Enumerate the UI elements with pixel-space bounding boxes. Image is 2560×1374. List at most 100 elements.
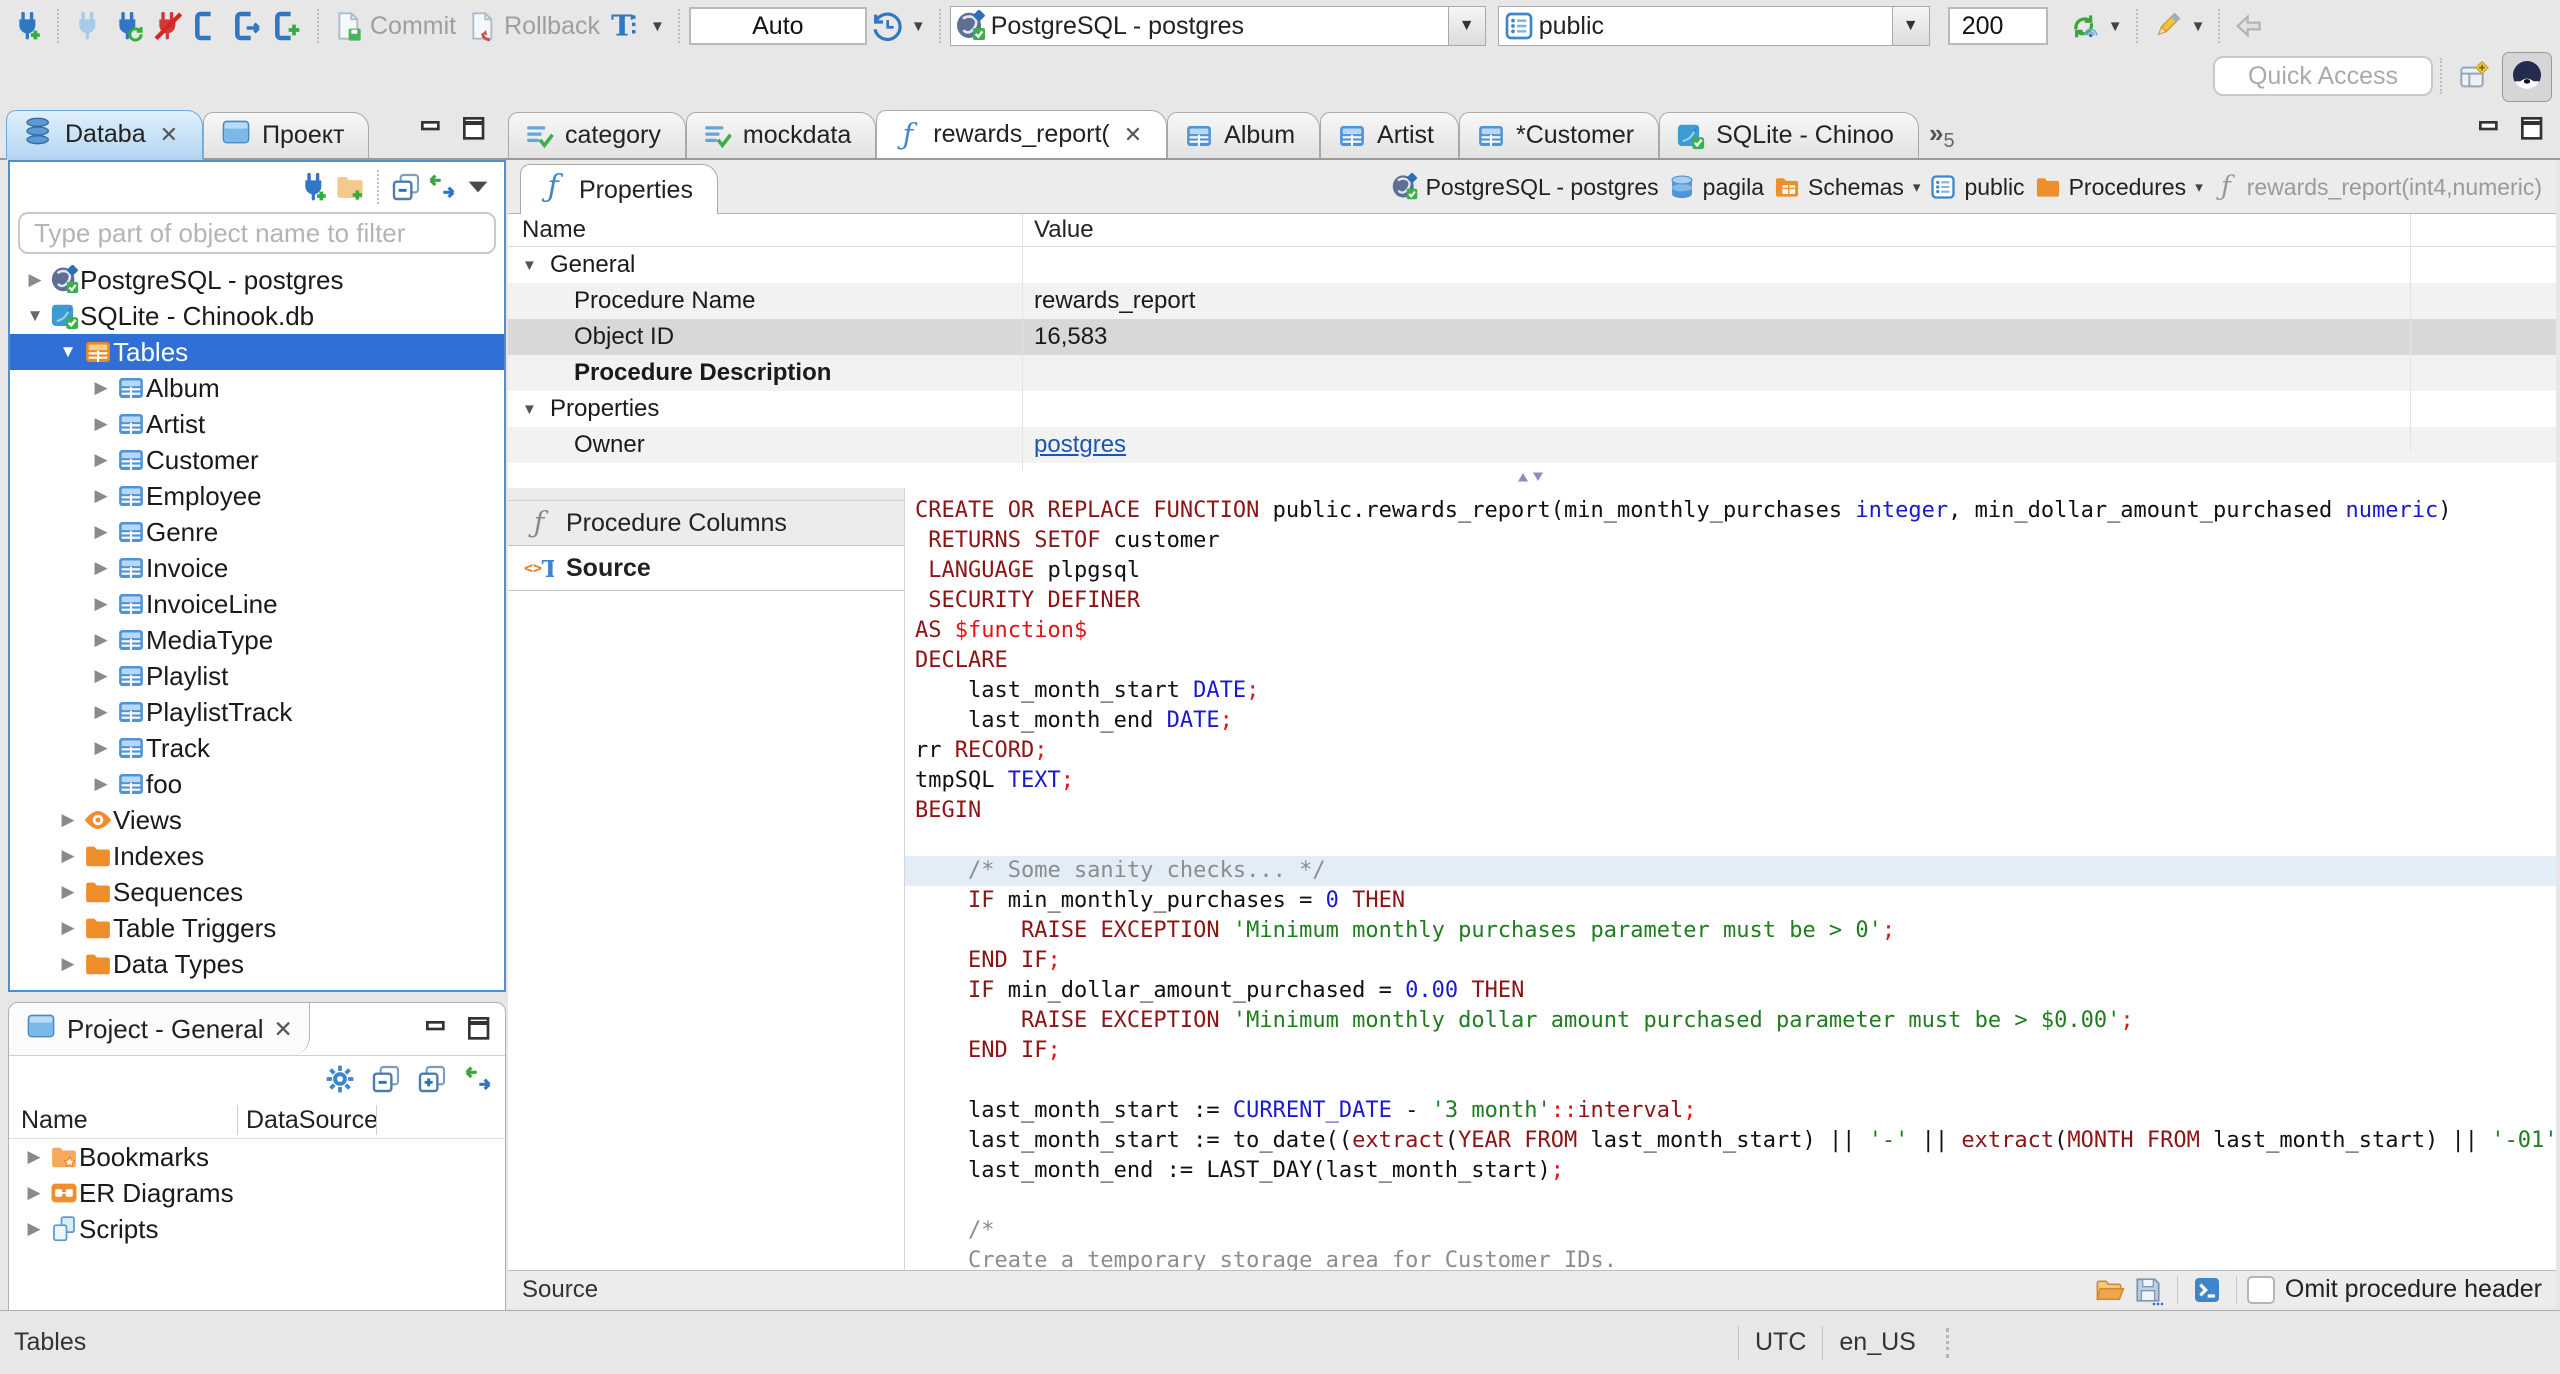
editor-tab-artist[interactable]: Artist <box>1320 112 1459 158</box>
close-icon[interactable]: ✕ <box>274 1016 293 1043</box>
editor-tab-category[interactable]: category <box>508 112 686 158</box>
tree-item-indexes[interactable]: ▶ Indexes <box>10 838 504 874</box>
chevron-right-icon[interactable]: ▶ <box>86 738 116 758</box>
editor-tab-album[interactable]: Album <box>1167 112 1321 158</box>
breadcrumb-item-schemas[interactable]: Schemas ▾ <box>1773 173 1920 201</box>
view-menu-icon[interactable] <box>460 169 496 205</box>
load-from-file-icon[interactable] <box>2091 1272 2129 1308</box>
chevron-right-icon[interactable]: ▶ <box>86 666 116 686</box>
tree-item-customer[interactable]: ▶ Customer <box>10 442 504 478</box>
tree-item-foo[interactable]: ▶ foo <box>10 766 504 802</box>
new-connection-icon[interactable] <box>8 6 48 46</box>
quick-access-input[interactable] <box>2213 56 2433 96</box>
project-item-er-diagrams[interactable]: ▶ ER Diagrams <box>9 1175 505 1211</box>
tree-item-album[interactable]: ▶ Album <box>10 370 504 406</box>
new-folder-icon[interactable] <box>332 169 368 205</box>
new-sql-editor-icon[interactable] <box>268 6 308 46</box>
chevron-down-icon[interactable]: ▾ <box>2195 178 2203 196</box>
link-with-editor-icon[interactable] <box>424 169 460 205</box>
minimize-icon[interactable] <box>2474 112 2508 146</box>
tree-item-table-triggers[interactable]: ▶ Table Triggers <box>10 910 504 946</box>
tab-database-navigator[interactable]: Databa ✕ <box>6 110 204 160</box>
expand-all-icon[interactable] <box>415 1062 449 1096</box>
connection-combo[interactable]: PostgreSQL - postgres ▼ <box>949 6 1486 46</box>
schema-combo[interactable]: public ▼ <box>1497 6 1930 46</box>
project-item-scripts[interactable]: ▶ Scripts <box>9 1211 505 1247</box>
chevron-right-icon[interactable]: ▶ <box>86 522 116 542</box>
chevron-right-icon[interactable]: ▶ <box>19 1183 49 1203</box>
close-icon[interactable]: ✕ <box>160 122 178 148</box>
rollback-icon[interactable] <box>462 6 502 46</box>
open-perspective-icon[interactable] <box>2452 55 2496 99</box>
schema-combo-dropdown-icon[interactable]: ▼ <box>1891 7 1929 45</box>
chevron-right-icon[interactable]: ▶ <box>53 810 83 830</box>
transaction-log-icon[interactable] <box>867 6 907 46</box>
owner-link[interactable]: postgres <box>1034 431 1126 458</box>
chevron-right-icon[interactable]: ▶ <box>53 882 83 902</box>
gear-icon[interactable] <box>323 1062 357 1096</box>
column-header-datasource[interactable]: DataSource <box>238 1106 378 1135</box>
maximize-icon[interactable] <box>458 112 492 146</box>
commit-icon[interactable] <box>328 6 368 46</box>
chevron-right-icon[interactable]: ▶ <box>53 954 83 974</box>
chevron-right-icon[interactable]: ▶ <box>53 846 83 866</box>
tab-projects[interactable]: Проект <box>203 112 370 158</box>
tree-item-views[interactable]: ▶ Views <box>10 802 504 838</box>
tree-item-playlist[interactable]: ▶ Playlist <box>10 658 504 694</box>
collapse-all-icon[interactable] <box>388 169 424 205</box>
tree-item-invoice[interactable]: ▶ Invoice <box>10 550 504 586</box>
chevron-right-icon[interactable]: ▶ <box>86 702 116 722</box>
chevron-right-icon[interactable]: ▶ <box>86 594 116 614</box>
chevron-right-icon[interactable]: ▶ <box>86 774 116 794</box>
grid-header-value[interactable]: Value <box>1024 216 1094 244</box>
transaction-mode-dropdown-icon[interactable]: ▼ <box>650 18 665 35</box>
edit-mode-dropdown-icon[interactable]: ▼ <box>2191 18 2206 35</box>
editor-tab-rewards-report-[interactable]: ƒ rewards_report(✕ <box>876 110 1168 158</box>
subtab-procedure-columns[interactable]: ƒ Procedure Columns <box>508 501 904 546</box>
tree-item-track[interactable]: ▶ Track <box>10 730 504 766</box>
rollback-button[interactable]: Rollback <box>504 12 600 41</box>
collapse-all-icon[interactable] <box>369 1062 403 1096</box>
close-icon[interactable]: ✕ <box>1124 122 1142 148</box>
open-sql-script-icon[interactable] <box>228 6 268 46</box>
chevron-right-icon[interactable]: ▶ <box>86 414 116 434</box>
tree-item-artist[interactable]: ▶ Artist <box>10 406 504 442</box>
tab-project-general[interactable]: Project - General ✕ <box>9 1003 310 1055</box>
chevron-right-icon[interactable]: ▶ <box>20 270 50 290</box>
breadcrumb-item-procedures[interactable]: Procedures ▾ <box>2034 173 2203 201</box>
grid-splitter[interactable] <box>508 470 2556 488</box>
chevron-right-icon[interactable]: ▶ <box>19 1219 49 1239</box>
column-divider[interactable] <box>376 1105 377 1135</box>
grid-row-general[interactable]: ▼ General <box>508 247 2556 283</box>
minimize-icon[interactable] <box>416 112 450 146</box>
chevron-right-icon[interactable]: ▶ <box>86 378 116 398</box>
commit-mode-combo[interactable]: Auto <box>688 7 867 45</box>
grid-header-name[interactable]: Name <box>508 216 1024 244</box>
tree-item-tables[interactable]: ▼ Tables <box>10 334 504 370</box>
chevron-down-icon[interactable]: ▼ <box>53 342 83 362</box>
grid-row-procedure-name[interactable]: Procedure Name rewards_report <box>508 283 2556 319</box>
column-header-name[interactable]: Name <box>9 1106 237 1135</box>
connection-combo-dropdown-icon[interactable]: ▼ <box>1447 7 1485 45</box>
chevron-down-icon[interactable]: ▼ <box>508 257 550 274</box>
breadcrumb-item-public[interactable]: public <box>1929 173 2025 201</box>
fetch-size-input[interactable] <box>1947 7 2048 45</box>
chevron-right-icon[interactable]: ▶ <box>53 918 83 938</box>
grid-row-object-id[interactable]: Object ID 16,583 <box>508 319 2556 355</box>
link-with-editor-icon[interactable] <box>461 1062 495 1096</box>
new-connection-icon[interactable] <box>296 169 332 205</box>
chevron-down-icon[interactable]: ▾ <box>1913 178 1921 196</box>
tree-item-sqlite-chinook-db[interactable]: ▼ SQLite - Chinook.db <box>10 298 504 334</box>
chevron-right-icon[interactable]: ▶ <box>86 450 116 470</box>
chevron-right-icon[interactable]: ▶ <box>86 558 116 578</box>
tree-item-sequences[interactable]: ▶ Sequences <box>10 874 504 910</box>
tab-overflow-indicator[interactable]: » 5 <box>1929 118 1955 158</box>
locale-indicator[interactable]: en_US <box>1822 1325 1931 1360</box>
refresh-icon[interactable] <box>2064 6 2104 46</box>
maximize-icon[interactable] <box>463 1012 497 1046</box>
reconnect-icon[interactable] <box>108 6 148 46</box>
navigator-filter-input[interactable] <box>18 212 496 254</box>
chevron-down-icon[interactable]: ▼ <box>508 401 550 418</box>
omit-procedure-header-checkbox[interactable] <box>2246 1275 2275 1304</box>
refresh-dropdown-icon[interactable]: ▼ <box>2108 18 2123 35</box>
